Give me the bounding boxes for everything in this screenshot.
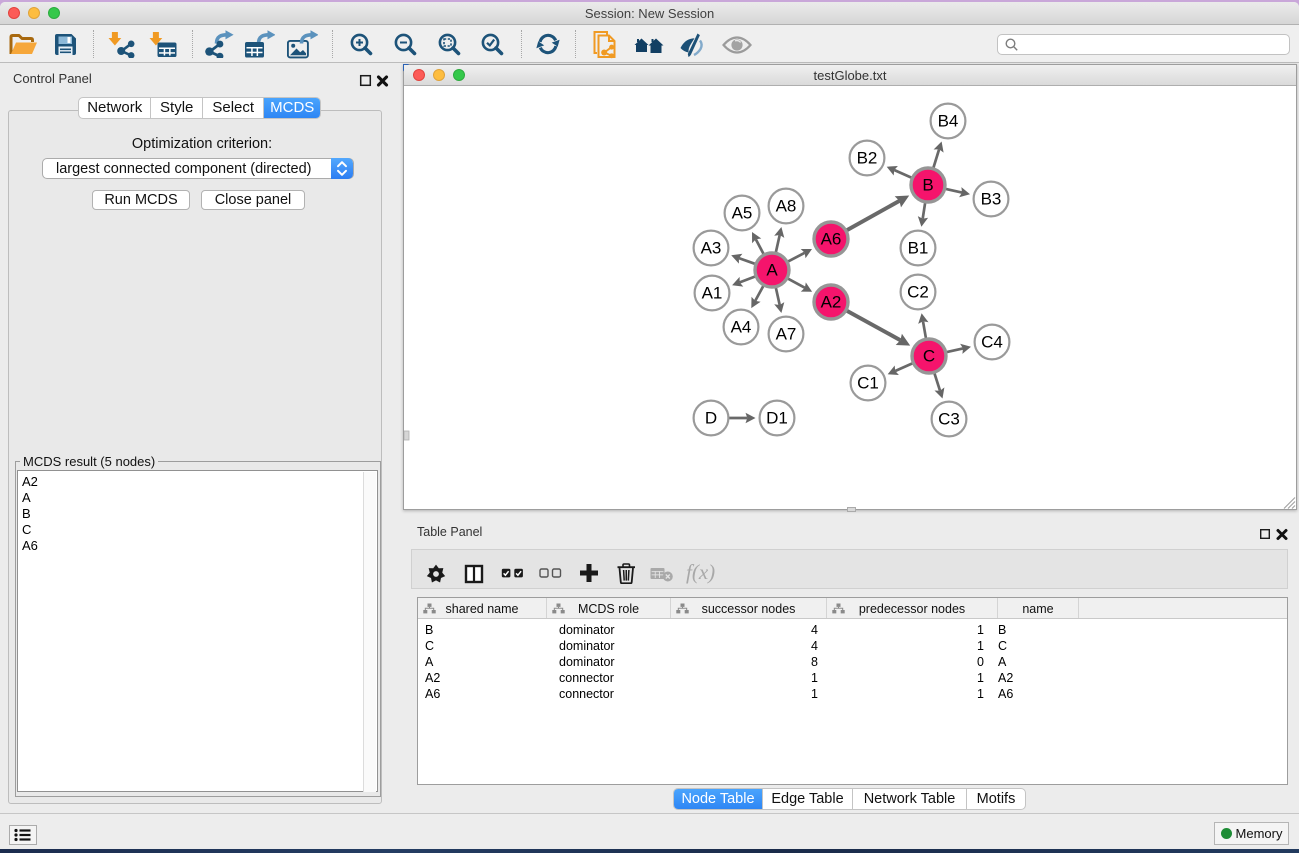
svg-text:A8: A8 [776,197,797,216]
svg-text:A6: A6 [821,230,842,249]
svg-text:B2: B2 [857,149,878,168]
svg-text:C1: C1 [857,374,879,393]
svg-text:B4: B4 [938,112,959,131]
svg-text:A3: A3 [701,239,722,258]
svg-text:B: B [922,176,933,195]
svg-text:A7: A7 [776,325,797,344]
svg-text:B3: B3 [981,190,1002,209]
svg-text:C: C [923,347,935,366]
svg-text:A4: A4 [731,318,752,337]
svg-text:A2: A2 [821,293,842,312]
svg-text:A5: A5 [732,204,753,223]
svg-text:A: A [766,261,778,280]
svg-text:D1: D1 [766,409,788,428]
svg-text:A1: A1 [702,284,723,303]
svg-text:D: D [705,409,717,428]
svg-text:C3: C3 [938,410,960,429]
svg-text:B1: B1 [908,239,929,258]
svg-text:C4: C4 [981,333,1003,352]
svg-text:C2: C2 [907,283,929,302]
